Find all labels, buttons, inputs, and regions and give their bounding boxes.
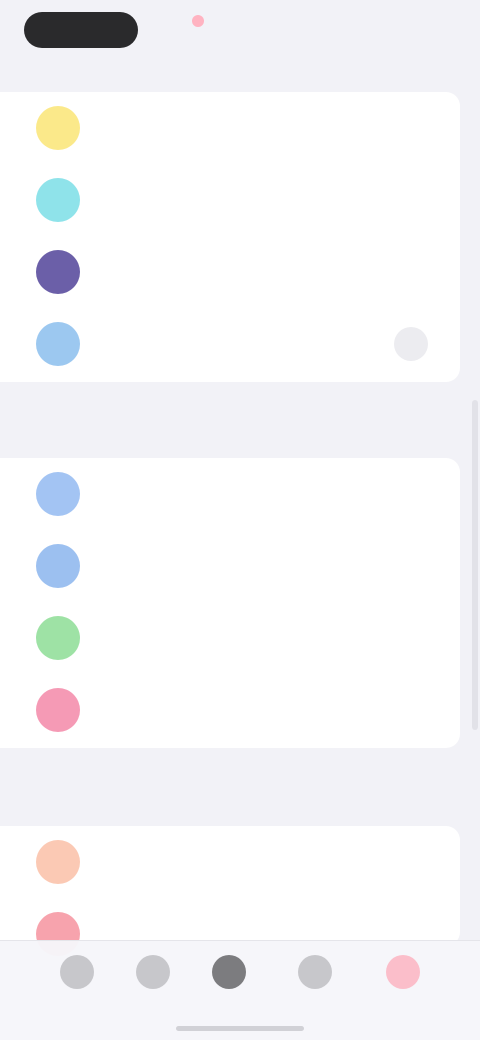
tab-2[interactable] bbox=[118, 951, 188, 1015]
settings-row[interactable] bbox=[0, 674, 460, 746]
settings-group-3 bbox=[0, 826, 460, 956]
settings-group-1 bbox=[0, 92, 460, 382]
settings-row[interactable] bbox=[0, 92, 460, 164]
settings-row[interactable] bbox=[0, 602, 460, 674]
settings-row[interactable] bbox=[0, 308, 460, 380]
green-circle-icon bbox=[36, 616, 80, 660]
settings-row[interactable] bbox=[0, 236, 460, 308]
blue-circle-icon bbox=[36, 322, 80, 366]
tab-1-icon bbox=[60, 955, 94, 989]
tab-2-icon bbox=[136, 955, 170, 989]
settings-group-2 bbox=[0, 458, 460, 748]
purple-circle-icon bbox=[36, 250, 80, 294]
tab-bar bbox=[0, 940, 480, 1040]
tab-settings[interactable] bbox=[368, 951, 438, 1015]
yellow-circle-icon bbox=[36, 106, 80, 150]
status-center bbox=[192, 10, 288, 30]
tab-4-icon bbox=[298, 955, 332, 989]
recording-dot-icon bbox=[192, 14, 204, 27]
home-indicator[interactable] bbox=[176, 1026, 304, 1031]
pink-circle-icon bbox=[36, 688, 80, 732]
tab-1[interactable] bbox=[42, 951, 112, 1015]
row-badge[interactable] bbox=[394, 327, 428, 361]
tab-4[interactable] bbox=[280, 951, 350, 1015]
settings-row[interactable] bbox=[0, 530, 460, 602]
settings-icon bbox=[386, 955, 420, 989]
settings-row[interactable] bbox=[0, 164, 460, 236]
settings-row[interactable] bbox=[0, 458, 460, 530]
blue-circle-icon bbox=[36, 544, 80, 588]
status-bar bbox=[0, 0, 480, 60]
peach-circle-icon bbox=[36, 840, 80, 884]
cyan-circle-icon bbox=[36, 178, 80, 222]
status-pill bbox=[24, 12, 138, 48]
status-icons bbox=[364, 18, 454, 42]
settings-row[interactable] bbox=[0, 826, 460, 898]
tab-3[interactable] bbox=[194, 951, 264, 1015]
tab-3-icon bbox=[212, 955, 246, 989]
blue-circle-icon bbox=[36, 472, 80, 516]
scrollbar[interactable] bbox=[472, 400, 478, 730]
